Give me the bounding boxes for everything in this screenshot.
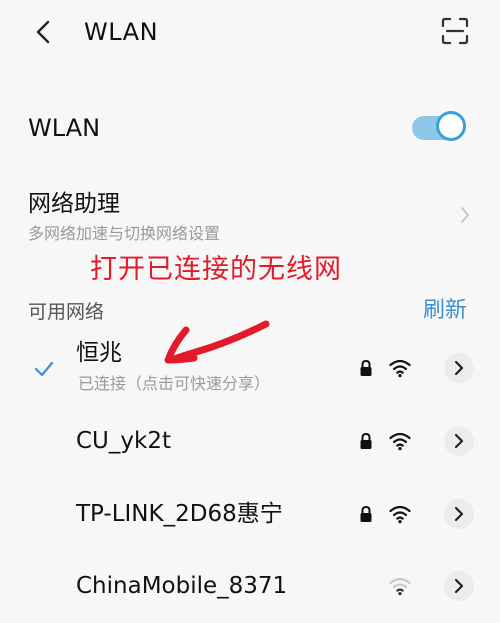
refresh-button[interactable]: 刷新 xyxy=(423,296,467,326)
chevron-right-icon[interactable] xyxy=(458,204,472,226)
check-icon xyxy=(34,361,54,377)
wifi-icon xyxy=(389,359,411,378)
network-assistant-subtitle: 多网络加速与切换网络设置 xyxy=(28,224,221,243)
wifi-icon xyxy=(389,577,411,596)
network-details-button[interactable] xyxy=(444,426,474,456)
annotation-arrow-icon xyxy=(164,320,270,364)
network-name: ChinaMobile_8371 xyxy=(76,573,288,599)
network-details-button[interactable] xyxy=(444,499,474,529)
back-arrow-icon[interactable] xyxy=(30,14,58,50)
page-title: WLAN xyxy=(84,18,159,46)
scan-icon[interactable] xyxy=(440,16,470,46)
wlan-toggle[interactable] xyxy=(410,111,468,143)
lock-icon xyxy=(360,432,372,449)
lock-icon xyxy=(360,359,372,376)
wifi-icon xyxy=(389,432,411,451)
lock-icon xyxy=(360,505,372,522)
annotation-text: 打开已连接的无线网 xyxy=(90,254,342,285)
chevron-right-icon xyxy=(454,433,464,449)
network-details-button[interactable] xyxy=(444,571,474,601)
chevron-right-icon xyxy=(454,506,464,522)
available-networks-label: 可用网络 xyxy=(28,301,105,323)
toggle-knob xyxy=(436,111,466,141)
network-name: CU_yk2t xyxy=(76,428,171,454)
wifi-icon xyxy=(389,505,411,524)
network-item[interactable]: CU_yk2t xyxy=(0,424,500,460)
network-name: 恒兆 xyxy=(76,340,122,366)
network-assistant-title[interactable]: 网络助理 xyxy=(28,188,120,220)
network-item[interactable]: ChinaMobile_8371 xyxy=(0,569,500,605)
network-status: 已连接（点击可快速分享） xyxy=(78,374,271,393)
chevron-right-icon xyxy=(454,578,464,594)
network-name: TP-LINK_2D68惠宁 xyxy=(76,501,283,527)
chevron-right-icon xyxy=(454,360,464,376)
network-details-button[interactable] xyxy=(444,353,474,383)
network-item[interactable]: TP-LINK_2D68惠宁 xyxy=(0,497,500,533)
wlan-label: WLAN xyxy=(28,114,101,142)
